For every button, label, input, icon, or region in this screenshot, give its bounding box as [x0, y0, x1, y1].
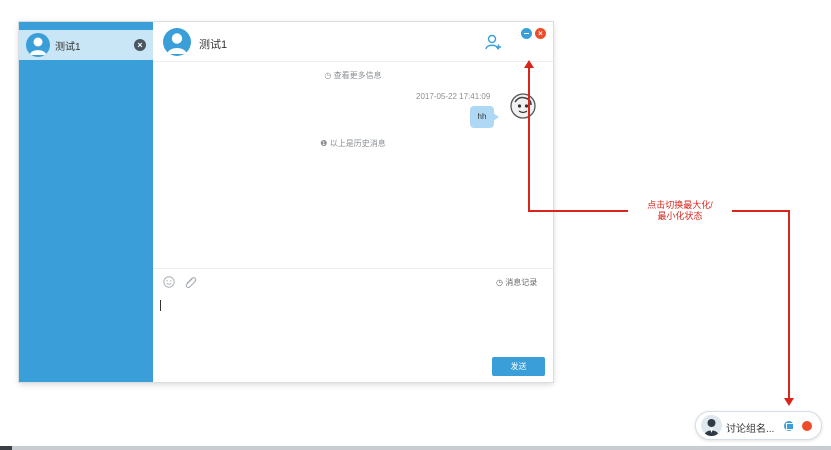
- send-button[interactable]: 发送: [492, 357, 545, 376]
- composer-toolbar: ◷ 消息记录: [153, 268, 553, 290]
- emoji-icon[interactable]: [163, 276, 175, 288]
- more-messages-link[interactable]: ◷ 查看更多信息: [153, 70, 553, 81]
- annotation-line: [528, 64, 530, 212]
- chat-window: 测试1 × 测试1 × ◷ 查看更多信息 2017-05-22 17:41:09: [19, 22, 553, 382]
- session-item[interactable]: 测试1 ×: [19, 30, 153, 60]
- chat-header: 测试1 ×: [153, 22, 553, 62]
- message-bubble: hh: [470, 106, 499, 128]
- paperclip-icon[interactable]: [183, 275, 197, 289]
- chat-title: 测试1: [199, 39, 228, 51]
- minimize-icon[interactable]: [521, 28, 532, 39]
- minimized-chat[interactable]: 讨论组名...: [695, 411, 822, 440]
- bottom-bar-edge: [0, 446, 12, 450]
- message-history-link[interactable]: ◷ 消息记录: [496, 277, 537, 288]
- user-avatar-icon: [26, 33, 50, 57]
- minimized-name: 讨论组名...: [726, 424, 775, 435]
- annotation-line2: 最小化状态: [657, 211, 703, 221]
- user-avatar-icon: [163, 28, 191, 56]
- session-sidebar: 测试1 ×: [19, 22, 153, 382]
- bottom-bar: [0, 446, 831, 450]
- arrow-down-icon: [784, 398, 794, 406]
- text-caret: [160, 300, 161, 311]
- annotation-line1: 点击切换最大化/: [647, 200, 713, 210]
- annotation-line: [788, 210, 790, 400]
- annotation-line: [528, 210, 628, 212]
- restore-icon[interactable]: [784, 421, 794, 431]
- user-manage-icon[interactable]: [484, 33, 502, 51]
- sender-avatar-icon: [510, 93, 536, 119]
- message-time: 2017-05-22 17:41:09: [416, 92, 491, 101]
- group-avatar-icon: [701, 415, 722, 436]
- close-dot-icon[interactable]: [802, 421, 812, 431]
- close-icon[interactable]: ×: [535, 28, 546, 39]
- annotation-text: 点击切换最大化/ 最小化状态: [628, 200, 732, 222]
- close-circle-icon[interactable]: ×: [134, 39, 146, 51]
- session-name: 测试1: [55, 42, 81, 53]
- arrow-up-icon: [524, 60, 534, 68]
- history-note: ❶ 以上是历史消息: [320, 139, 386, 148]
- annotation-line: [725, 210, 790, 212]
- chat-main: 测试1 × ◷ 查看更多信息 2017-05-22 17:41:09 hh ❶ …: [153, 22, 553, 382]
- desktop: 测试1 × 测试1 × ◷ 查看更多信息 2017-05-22 17:41:09: [0, 0, 831, 450]
- message-input[interactable]: [159, 296, 545, 348]
